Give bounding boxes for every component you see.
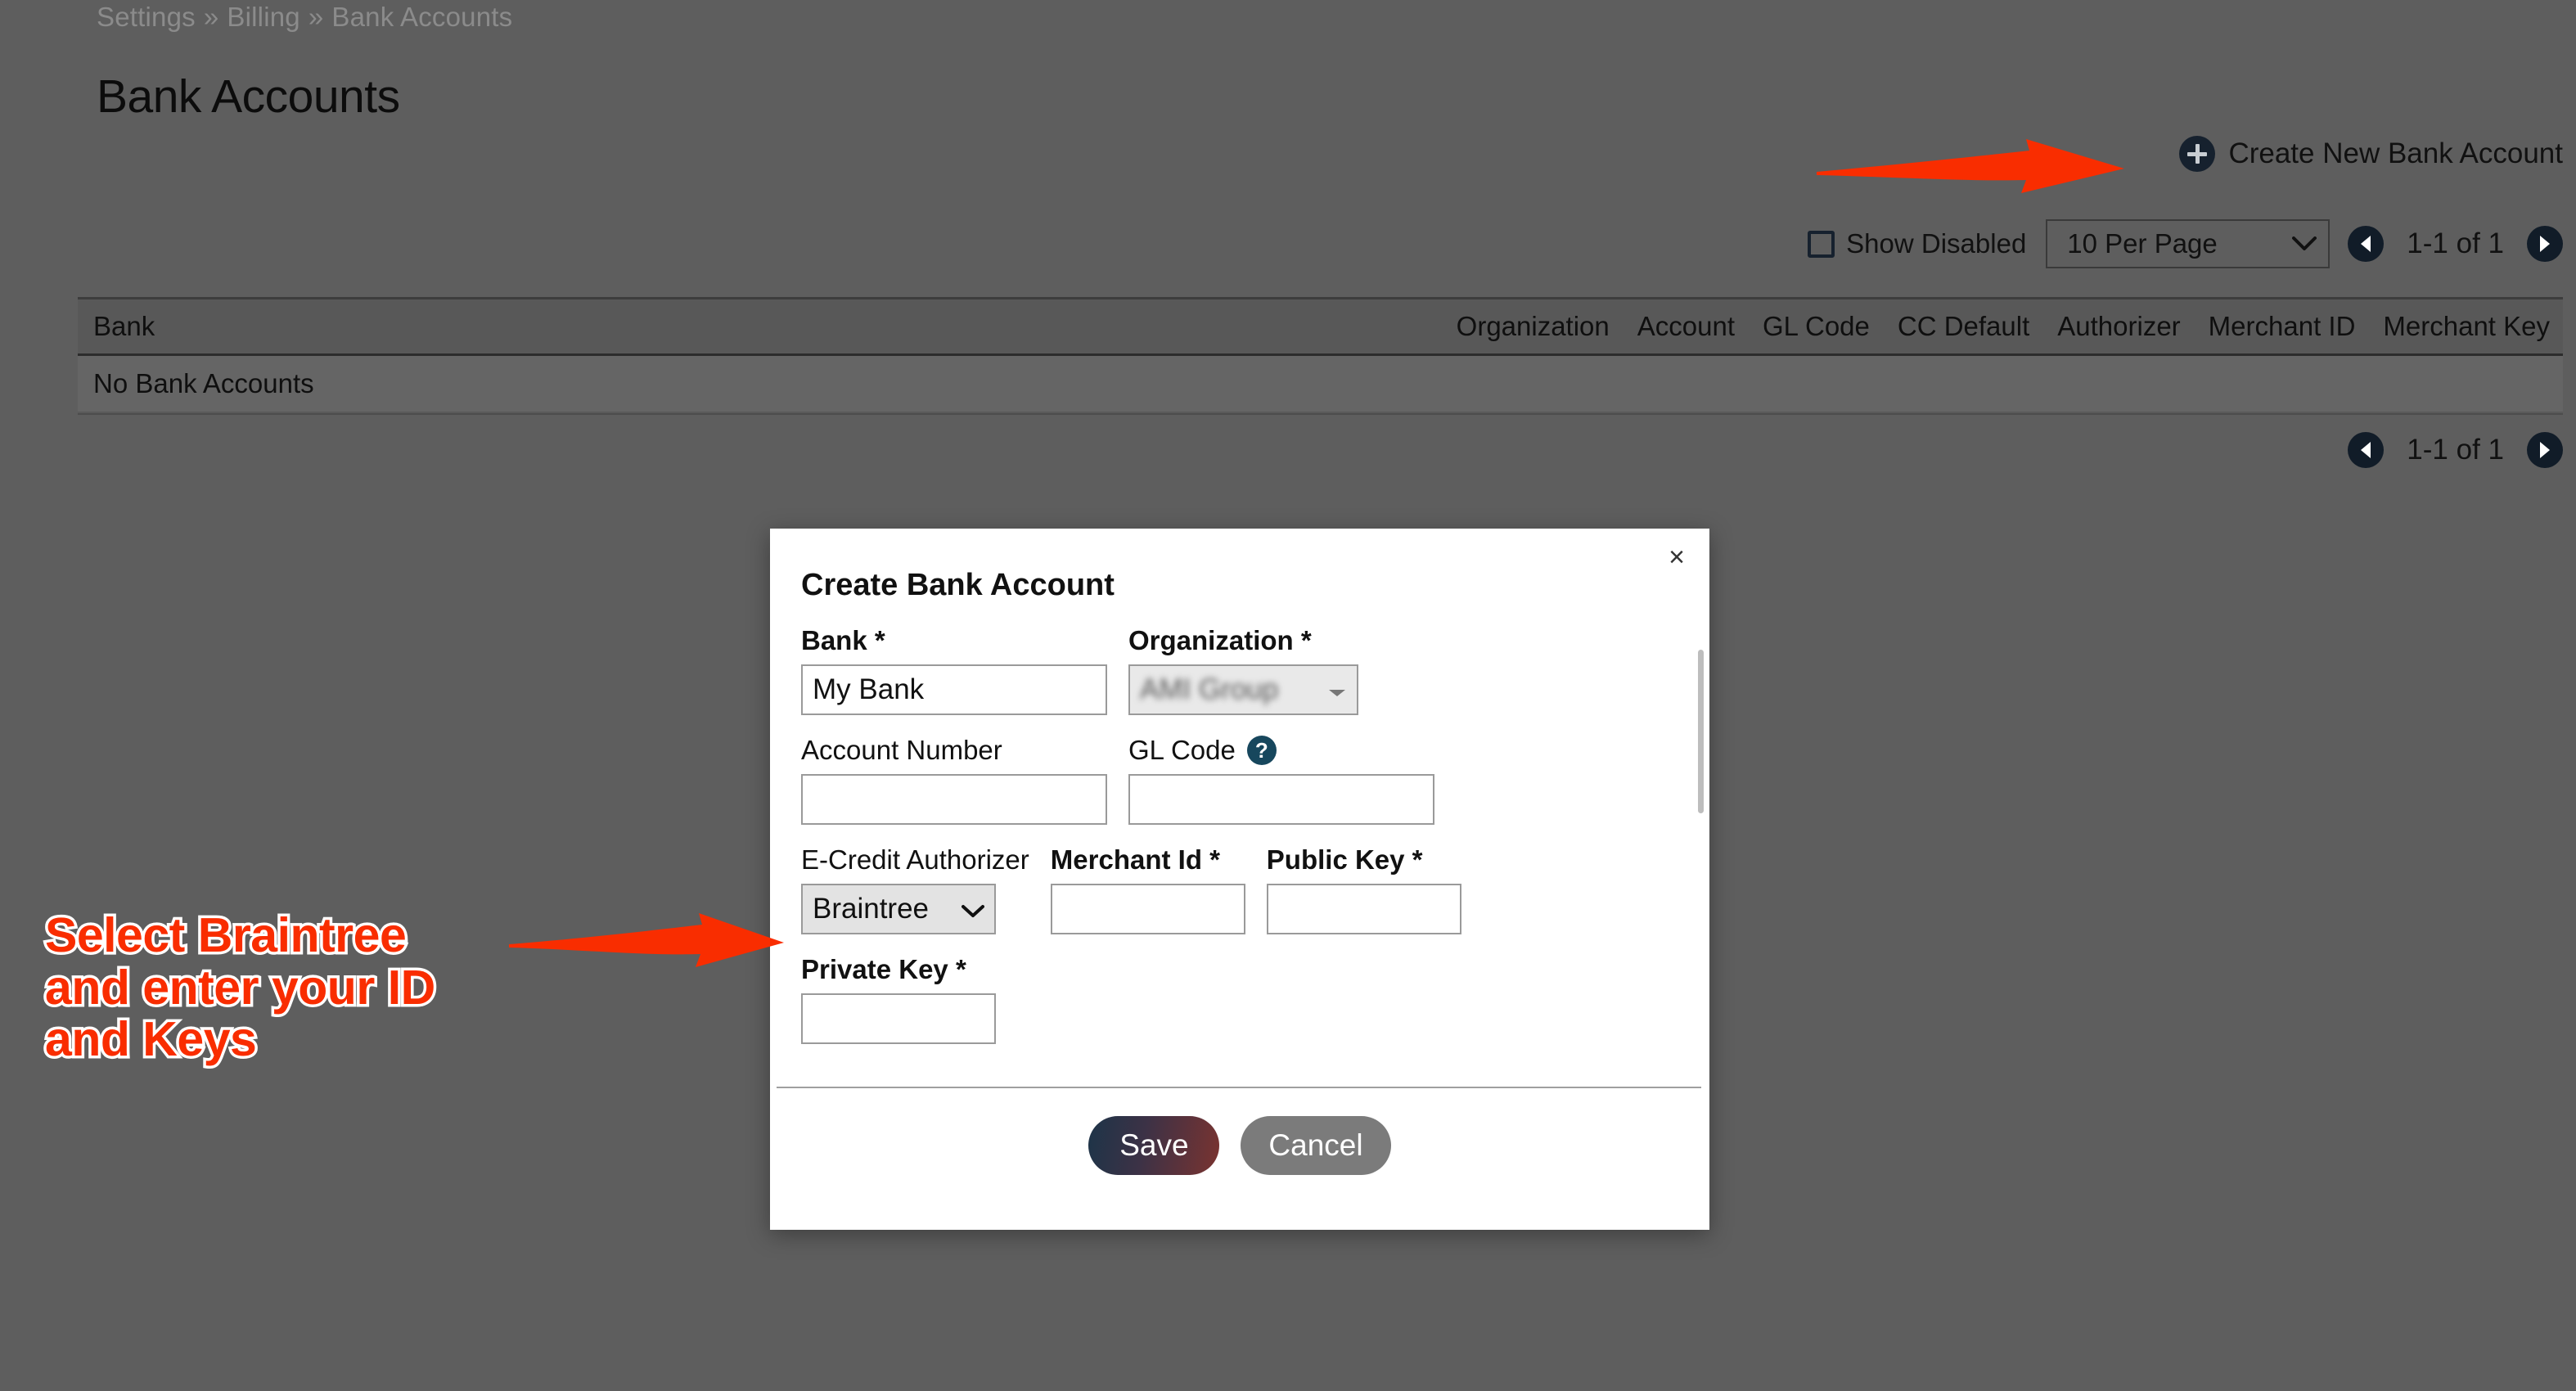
per-page-value: 10 Per Page bbox=[2067, 228, 2218, 259]
label-merchant-id: Merchant Id * bbox=[1050, 844, 1220, 875]
organization-select[interactable]: AMI Group bbox=[1128, 664, 1358, 715]
show-disabled-label: Show Disabled bbox=[1846, 228, 2027, 259]
bank-accounts-table: Bank Organization Account GL Code CC Def… bbox=[78, 297, 2563, 485]
pagination-count-bottom: 1-1 of 1 bbox=[2407, 434, 2504, 466]
column-header-authorizer[interactable]: Authorizer bbox=[2057, 311, 2180, 342]
chevron-down-icon bbox=[2292, 236, 2317, 251]
prev-arrow-icon bbox=[2361, 236, 2371, 252]
breadcrumb-item-bank-accounts[interactable]: Bank Accounts bbox=[331, 2, 512, 32]
label-public-key: Public Key * bbox=[1266, 844, 1423, 875]
modal-title: Create Bank Account bbox=[801, 568, 1115, 602]
annotation-arrow-create bbox=[1817, 139, 2124, 193]
empty-message: No Bank Accounts bbox=[93, 368, 314, 398]
field-private-key: Private Key * bbox=[801, 954, 996, 1044]
gl-code-input[interactable] bbox=[1128, 774, 1434, 825]
checkbox-box-icon bbox=[1808, 230, 1835, 258]
table-footer-pagination: 1-1 of 1 bbox=[78, 413, 2563, 485]
column-header-bank[interactable]: Bank bbox=[93, 311, 1429, 342]
column-header-organization[interactable]: Organization bbox=[1457, 311, 1610, 342]
pagination-count-top: 1-1 of 1 bbox=[2407, 227, 2504, 259]
label-gl-code: GL Code ? bbox=[1128, 735, 1434, 766]
table-row: No Bank Accounts bbox=[78, 356, 2563, 413]
column-header-cc-default[interactable]: CC Default bbox=[1898, 311, 2029, 342]
modal-actions: Save Cancel bbox=[770, 1116, 1709, 1175]
question-mark-icon[interactable]: ? bbox=[1246, 736, 1277, 765]
plus-circle-icon bbox=[2179, 136, 2216, 172]
save-button[interactable]: Save bbox=[1088, 1116, 1220, 1175]
column-header-merchant-key[interactable]: Merchant Key bbox=[2383, 311, 2550, 342]
label-organization: Organization * bbox=[1128, 625, 1312, 655]
private-key-input[interactable] bbox=[801, 993, 996, 1044]
form-row-4: Private Key * bbox=[801, 954, 1678, 1044]
column-header-gl-code[interactable]: GL Code bbox=[1763, 311, 1870, 342]
label-bank: Bank * bbox=[801, 625, 885, 655]
breadcrumb-separator: » bbox=[308, 2, 324, 32]
list-toolbar: Show Disabled 10 Per Page 1-1 of 1 bbox=[1808, 219, 2563, 268]
close-icon[interactable]: × bbox=[1669, 543, 1685, 571]
chevron-down-icon bbox=[961, 893, 984, 925]
account-number-input[interactable] bbox=[801, 774, 1107, 825]
bank-input[interactable] bbox=[801, 664, 1107, 715]
next-arrow-icon bbox=[2540, 442, 2550, 458]
form-row-1: Bank * Organization * AMI Group bbox=[801, 625, 1678, 715]
page-root: Settings» Billing» Bank Accounts Bank Acco… bbox=[0, 0, 2576, 1391]
field-merchant-id: Merchant Id * bbox=[1050, 844, 1245, 934]
field-gl-code: GL Code ? bbox=[1128, 735, 1434, 825]
field-ecredit-authorizer: E-Credit Authorizer Braintree bbox=[801, 844, 1029, 934]
breadcrumb-item-billing[interactable]: Billing bbox=[227, 2, 299, 32]
create-bank-account-modal: × Create Bank Account Bank * Organizatio… bbox=[770, 529, 1709, 1230]
breadcrumb: Settings» Billing» Bank Accounts bbox=[97, 2, 512, 33]
ecredit-authorizer-value: Braintree bbox=[813, 893, 930, 925]
column-header-merchant-id[interactable]: Merchant ID bbox=[2209, 311, 2356, 342]
table-header-row: Bank Organization Account GL Code CC Def… bbox=[78, 297, 2563, 356]
breadcrumb-item-settings[interactable]: Settings bbox=[97, 2, 196, 32]
breadcrumb-separator: » bbox=[203, 2, 219, 32]
next-arrow-icon bbox=[2540, 236, 2550, 252]
ecredit-authorizer-select[interactable]: Braintree bbox=[801, 884, 996, 934]
show-disabled-checkbox[interactable]: Show Disabled bbox=[1808, 228, 2026, 259]
field-public-key: Public Key * bbox=[1266, 844, 1461, 934]
bank-account-form: Bank * Organization * AMI Group Account … bbox=[801, 625, 1678, 1064]
field-organization: Organization * AMI Group bbox=[1128, 625, 1358, 715]
pagination-next-button-bottom[interactable] bbox=[2527, 432, 2563, 468]
form-row-2: Account Number GL Code ? bbox=[801, 735, 1678, 825]
prev-arrow-icon bbox=[2361, 442, 2371, 458]
field-bank: Bank * bbox=[801, 625, 1107, 715]
label-gl-code-text: GL Code bbox=[1128, 735, 1236, 765]
modal-divider bbox=[777, 1087, 1701, 1088]
page-title: Bank Accounts bbox=[97, 70, 400, 124]
chevron-down-icon bbox=[1327, 673, 1347, 706]
merchant-id-input[interactable] bbox=[1050, 884, 1245, 934]
public-key-input[interactable] bbox=[1266, 884, 1461, 934]
per-page-select[interactable]: 10 Per Page bbox=[2046, 219, 2331, 268]
label-account-number: Account Number bbox=[801, 735, 1002, 765]
field-account-number: Account Number bbox=[801, 735, 1107, 825]
annotation-arrow-braintree bbox=[509, 913, 784, 967]
label-ecredit-authorizer: E-Credit Authorizer bbox=[801, 844, 1029, 875]
pagination-next-button-top[interactable] bbox=[2527, 226, 2563, 262]
annotation-instruction-text: Select Braintree and enter your ID and K… bbox=[43, 907, 439, 1069]
modal-scrollbar[interactable] bbox=[1698, 650, 1704, 813]
label-private-key: Private Key * bbox=[801, 954, 966, 984]
create-new-bank-account-label: Create New Bank Account bbox=[2228, 137, 2563, 169]
cancel-button[interactable]: Cancel bbox=[1241, 1116, 1391, 1175]
organization-value: AMI Group bbox=[1140, 673, 1279, 705]
pagination-prev-button-bottom[interactable] bbox=[2348, 432, 2385, 468]
create-new-bank-account-button[interactable]: Create New Bank Account bbox=[2179, 136, 2563, 172]
pagination-prev-button-top[interactable] bbox=[2348, 226, 2385, 262]
form-row-3: E-Credit Authorizer Braintree Merchant I… bbox=[801, 844, 1678, 934]
column-header-account[interactable]: Account bbox=[1637, 311, 1735, 342]
